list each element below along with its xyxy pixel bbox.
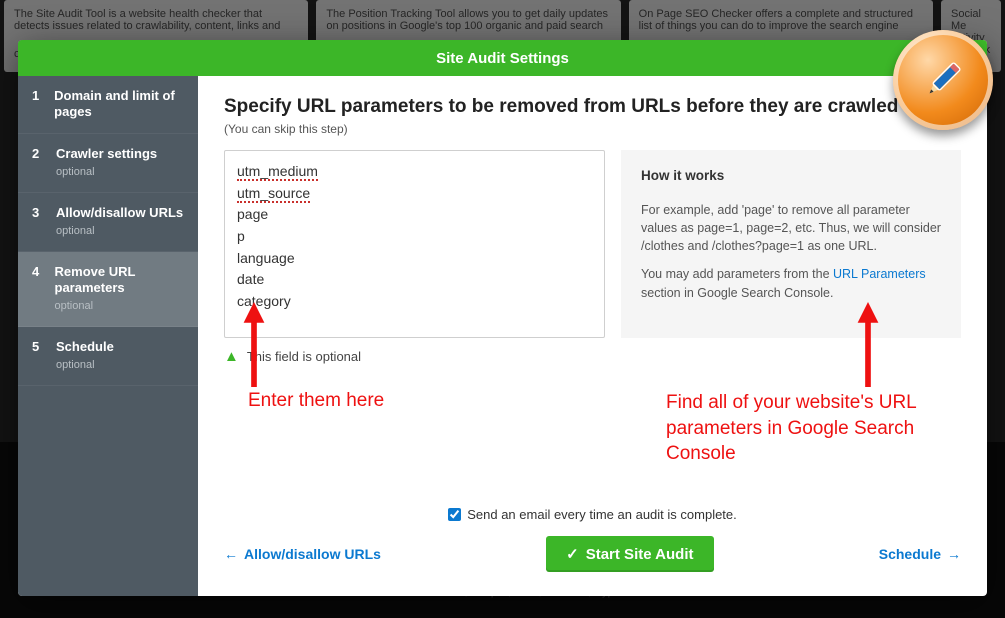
optional-field-note: ▲ This field is optional [224, 348, 961, 365]
url-parameters-textarea[interactable]: utm_medium utm_source pageplanguagedatec… [224, 150, 605, 338]
email-notification-row: Send an email every time an audit is com… [224, 507, 961, 522]
email-checkbox[interactable] [448, 508, 461, 521]
step-allow-disallow[interactable]: 3 Allow/disallow URLsoptional [18, 193, 198, 252]
annotation-gsc: Find all of your website's URL parameter… [666, 390, 951, 467]
annotation-arrow-icon [240, 302, 268, 387]
annotation-arrow-icon [854, 302, 882, 387]
start-site-audit-button[interactable]: ✓ Start Site Audit [546, 536, 713, 572]
step-remove-url-params[interactable]: 4 Remove URL parametersoptional [18, 252, 198, 327]
arrow-right-icon: → [947, 546, 961, 562]
next-step-link[interactable]: Schedule → [879, 546, 961, 562]
help-paragraph-2: You may add parameters from the URL Para… [641, 265, 941, 301]
help-panel: How it works For example, add 'page' to … [621, 150, 961, 338]
help-paragraph-1: For example, add 'page' to remove all pa… [641, 201, 941, 255]
check-icon: ✓ [566, 545, 579, 563]
email-label: Send an email every time an audit is com… [467, 507, 737, 522]
page-heading: Specify URL parameters to be removed fro… [224, 96, 961, 118]
modal-content: Specify URL parameters to be removed fro… [198, 40, 987, 596]
step-domain-limit[interactable]: 1 Domain and limit of pages [18, 76, 198, 134]
skip-note: (You can skip this step) [224, 122, 961, 136]
edit-pencil-badge [893, 30, 993, 130]
pencil-icon [910, 47, 975, 112]
warning-icon: ▲ [224, 348, 239, 365]
url-parameters-link[interactable]: URL Parameters [833, 267, 926, 281]
arrow-left-icon: ← [224, 546, 238, 562]
wizard-steps-sidebar: 1 Domain and limit of pages 2 Crawler se… [18, 40, 198, 596]
site-audit-settings-modal: Site Audit Settings 1 Domain and limit o… [18, 40, 987, 596]
help-title: How it works [641, 168, 941, 183]
annotation-enter-here: Enter them here [248, 390, 384, 412]
step-crawler-settings[interactable]: 2 Crawler settingsoptional [18, 134, 198, 193]
prev-step-link[interactable]: ← Allow/disallow URLs [224, 546, 381, 562]
step-schedule[interactable]: 5 Scheduleoptional [18, 327, 198, 386]
